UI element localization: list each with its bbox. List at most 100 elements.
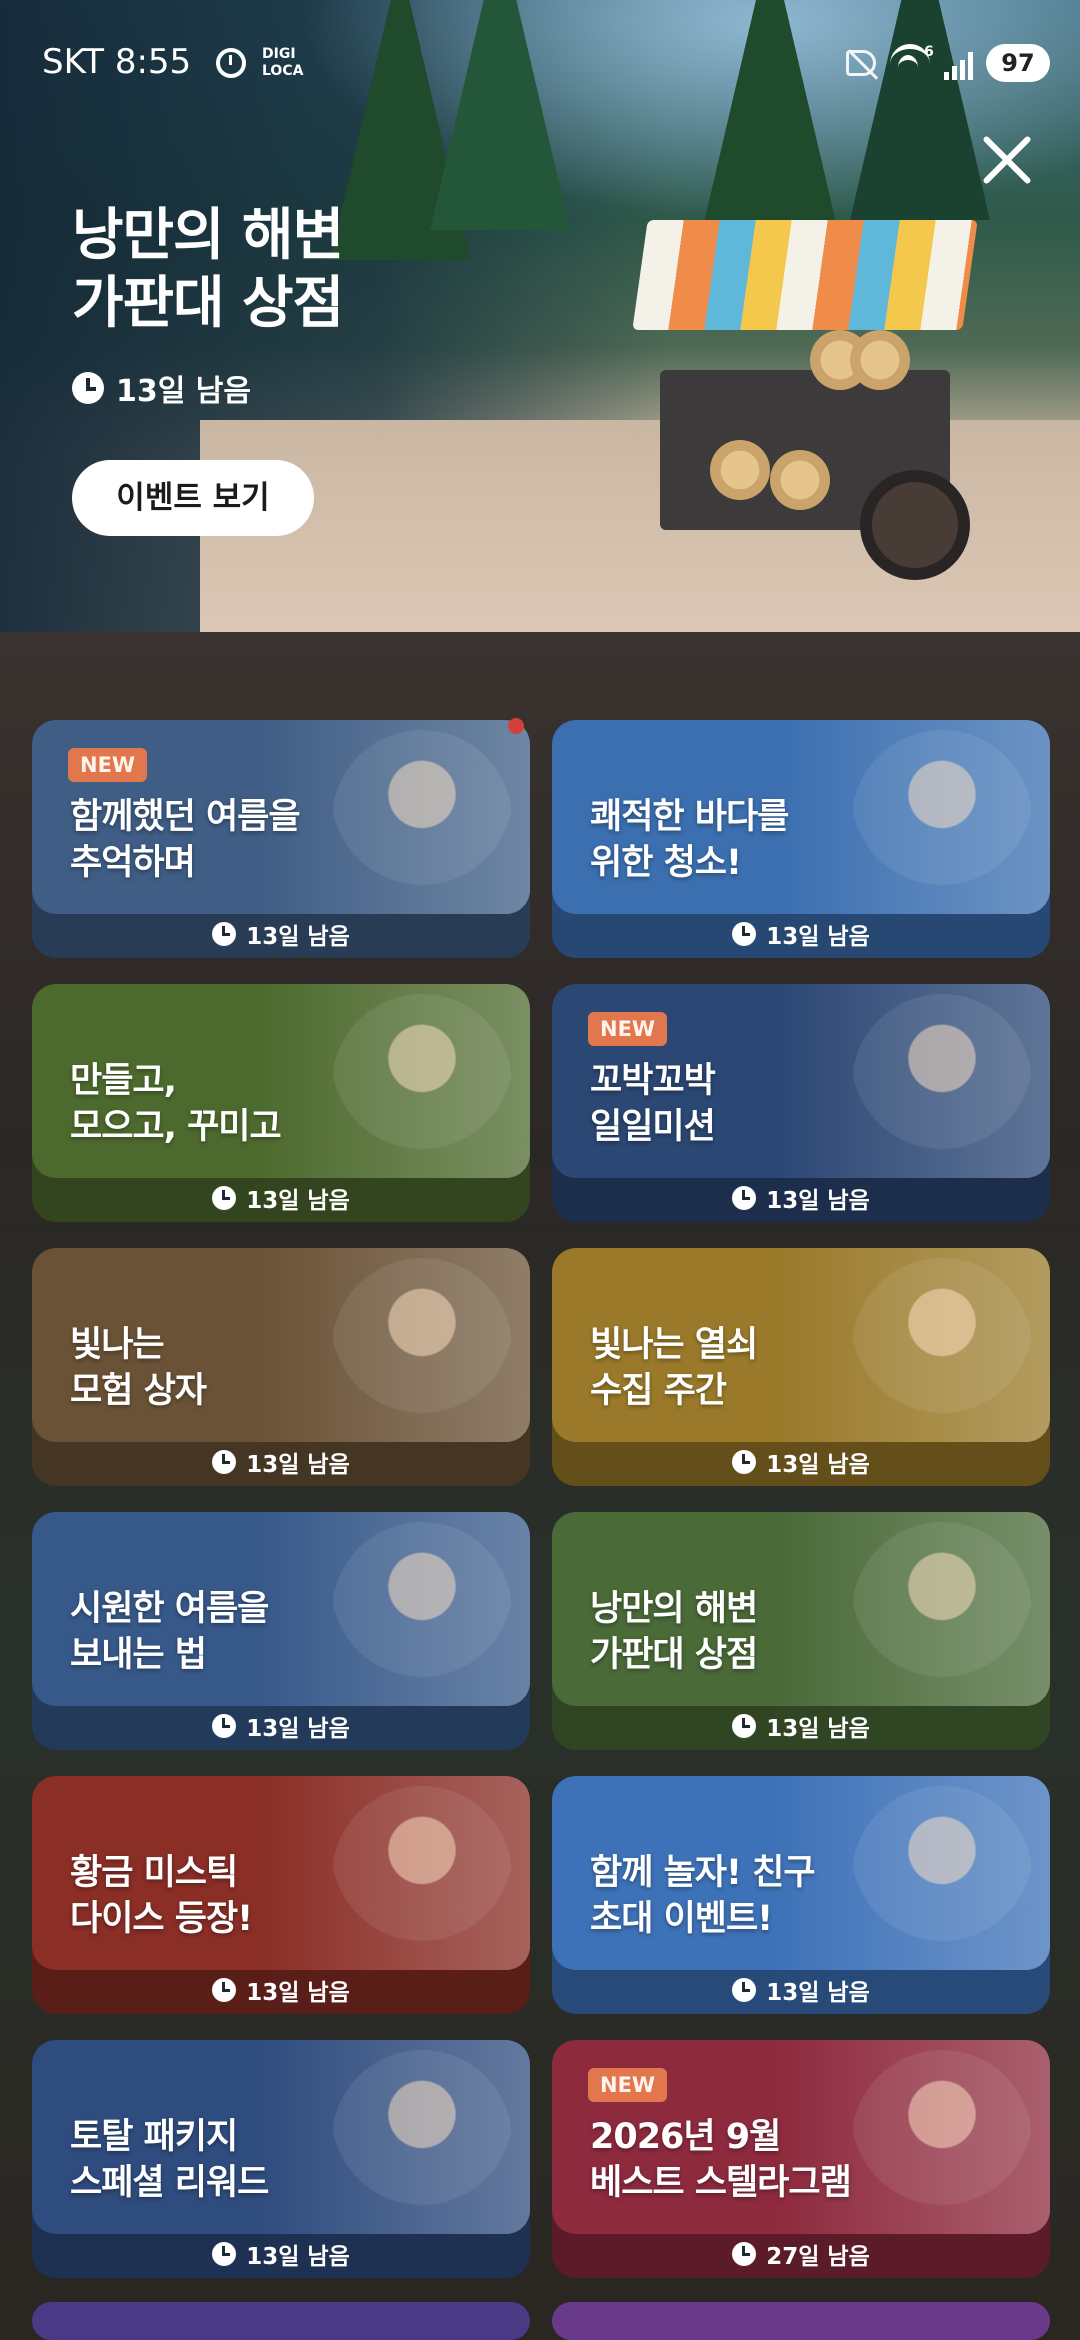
digiloca-icon: DIGI LOCA	[262, 46, 304, 79]
event-card-footer: 13일 남음	[552, 1966, 1050, 2014]
event-card-footer: 13일 남음	[32, 910, 530, 958]
event-card-title: 꼬박꼬박 일일미션	[590, 1061, 716, 1147]
event-card-art: 만들고, 모으고, 꾸미고	[32, 984, 530, 1178]
event-character-illustration	[332, 1786, 512, 1970]
clock-icon	[212, 1714, 237, 1738]
event-character-illustration	[332, 730, 512, 914]
event-card-art: 빛나는 열쇠 수집 주간	[552, 1248, 1050, 1442]
clock-icon	[732, 1450, 757, 1474]
event-card-art: NEW 꼬박꼬박 일일미션	[552, 984, 1050, 1178]
event-card-art: 시원한 여름을 보내는 법	[32, 1512, 530, 1706]
event-character-illustration	[852, 1786, 1032, 1970]
event-character-illustration	[852, 730, 1032, 914]
new-badge: NEW	[588, 1012, 668, 1046]
event-card[interactable]: 만들고, 모으고, 꾸미고 13일 남음	[32, 984, 530, 1222]
event-card-art: 토탈 패키지 스페셜 리워드	[32, 2040, 530, 2234]
event-card-art: 쾌적한 바다를 위한 청소!	[552, 720, 1050, 914]
status-bar: SKT 8:55 DIGI LOCA 6 97	[0, 0, 1080, 120]
event-card-footer: 13일 남음	[552, 1438, 1050, 1486]
wifi-badge: 6	[924, 44, 934, 60]
alarm-icon	[216, 48, 246, 78]
event-card[interactable]: 토탈 패키지 스페셜 리워드 13일 남음	[32, 2040, 530, 2278]
event-card-title: 쾌적한 바다를 위한 청소!	[590, 797, 789, 883]
new-badge: NEW	[588, 2068, 668, 2102]
event-card-title: 황금 미스틱 다이스 등장!	[70, 1853, 253, 1939]
carrier-time: SKT 8:55	[42, 42, 192, 82]
view-event-button[interactable]: 이벤트 보기	[72, 460, 314, 536]
event-card-art: NEW 함께했던 여름을 추억하며	[32, 720, 530, 914]
event-character-illustration	[332, 1258, 512, 1442]
event-time-left: 13일 남음	[766, 1452, 870, 1478]
event-card-title: 빛나는 모험 상자	[70, 1325, 207, 1411]
event-time-left: 13일 남음	[766, 1716, 870, 1742]
event-time-left: 13일 남음	[766, 1980, 870, 2006]
event-time-left: 13일 남음	[246, 2244, 350, 2270]
event-card-title: 함께했던 여름을 추억하며	[70, 797, 301, 883]
hero-title: 낭만의 해변 가판대 상점	[72, 203, 344, 336]
mute-icon	[846, 50, 876, 76]
clock-icon	[732, 1186, 757, 1210]
battery-indicator: 97	[986, 44, 1050, 82]
event-card-title: 만들고, 모으고, 꾸미고	[70, 1061, 282, 1147]
event-card-title: 2026년 9월 베스트 스텔라그램	[590, 2117, 852, 2203]
clock-icon	[212, 1450, 237, 1474]
signal-icon	[944, 50, 978, 80]
event-card-footer: 27일 남음	[552, 2230, 1050, 2278]
hero-time-left: 13일 남음	[72, 366, 251, 410]
event-character-illustration	[332, 2050, 512, 2234]
clock-icon	[732, 1714, 757, 1738]
event-character-illustration	[852, 1522, 1032, 1706]
event-character-illustration	[852, 1258, 1032, 1442]
event-time-left: 13일 남음	[246, 1980, 350, 2006]
event-card-art: 빛나는 모험 상자	[32, 1248, 530, 1442]
event-card[interactable]: 빛나는 모험 상자 13일 남음	[32, 1248, 530, 1486]
event-card-footer: 13일 남음	[32, 1438, 530, 1486]
event-card[interactable]: 황금 미스틱 다이스 등장! 13일 남음	[32, 1776, 530, 2014]
event-card-partial[interactable]	[552, 2302, 1050, 2340]
event-card[interactable]: 쾌적한 바다를 위한 청소! 13일 남음	[552, 720, 1050, 958]
clock-icon	[212, 1978, 237, 2002]
event-character-illustration	[852, 994, 1032, 1178]
event-character-illustration	[332, 994, 512, 1178]
event-card[interactable]: 빛나는 열쇠 수집 주간 13일 남음	[552, 1248, 1050, 1486]
notification-dot	[508, 718, 524, 734]
clock-icon	[72, 372, 104, 404]
clock-icon	[212, 2242, 237, 2266]
event-card-footer: 13일 남음	[552, 910, 1050, 958]
event-card[interactable]: NEW 꼬박꼬박 일일미션 13일 남음	[552, 984, 1050, 1222]
event-character-illustration	[852, 2050, 1032, 2234]
event-card[interactable]: 함께 놀자! 친구 초대 이벤트! 13일 남음	[552, 1776, 1050, 2014]
event-time-left: 13일 남음	[246, 1452, 350, 1478]
event-card-footer: 13일 남음	[32, 1966, 530, 2014]
event-card[interactable]: 시원한 여름을 보내는 법 13일 남음	[32, 1512, 530, 1750]
event-time-left: 13일 남음	[246, 1716, 350, 1742]
event-card-art: 함께 놀자! 친구 초대 이벤트!	[552, 1776, 1050, 1970]
clock-icon	[732, 1978, 757, 2002]
event-card-partial[interactable]	[32, 2302, 530, 2340]
event-time-left: 13일 남음	[246, 1188, 350, 1214]
event-card-footer: 13일 남음	[32, 1702, 530, 1750]
event-card-footer: 13일 남음	[552, 1174, 1050, 1222]
close-icon[interactable]	[978, 132, 1034, 188]
event-card-title: 빛나는 열쇠 수집 주간	[590, 1325, 758, 1411]
event-card-title: 토탈 패키지 스페셜 리워드	[70, 2117, 269, 2203]
clock-icon	[212, 922, 237, 946]
event-card-footer: 13일 남음	[32, 2230, 530, 2278]
event-card[interactable]: NEW 함께했던 여름을 추억하며 13일 남음	[32, 720, 530, 958]
event-card-art: NEW 2026년 9월 베스트 스텔라그램	[552, 2040, 1050, 2234]
event-card-art: 낭만의 해변 가판대 상점	[552, 1512, 1050, 1706]
event-time-left: 13일 남음	[766, 924, 870, 950]
event-time-left: 13일 남음	[246, 924, 350, 950]
event-card[interactable]: NEW 2026년 9월 베스트 스텔라그램 27일 남음	[552, 2040, 1050, 2278]
event-card-art: 황금 미스틱 다이스 등장!	[32, 1776, 530, 1970]
event-card-title: 낭만의 해변 가판대 상점	[590, 1589, 758, 1675]
event-time-left: 27일 남음	[766, 2244, 870, 2270]
hero-time-text: 13일 남음	[116, 374, 251, 409]
event-card-footer: 13일 남음	[552, 1702, 1050, 1750]
event-card[interactable]: 낭만의 해변 가판대 상점 13일 남음	[552, 1512, 1050, 1750]
vendor-cart-illustration	[520, 200, 980, 600]
new-badge: NEW	[68, 748, 148, 782]
clock-icon	[732, 2242, 757, 2266]
clock-icon	[732, 922, 757, 946]
clock-icon	[212, 1186, 237, 1210]
